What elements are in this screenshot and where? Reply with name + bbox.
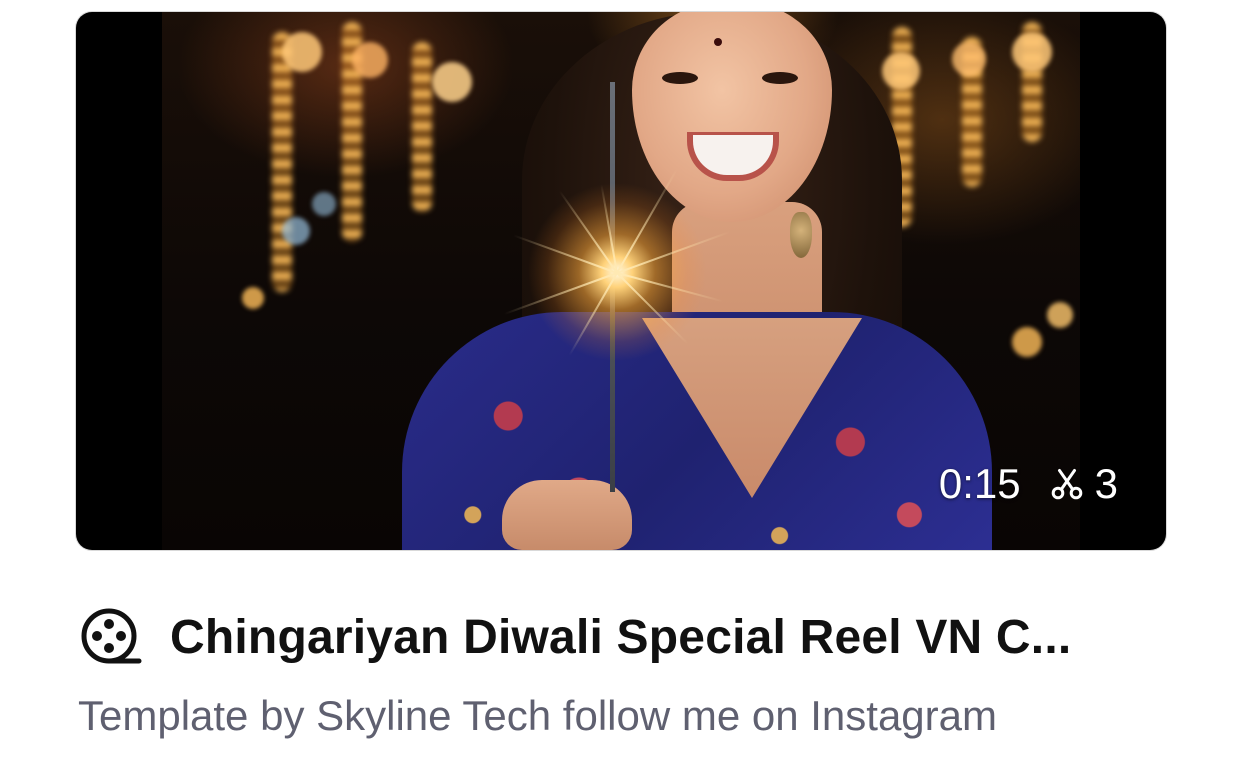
duration-label: 0:15 xyxy=(938,460,1021,507)
clip-count-label: 3 xyxy=(1094,460,1118,507)
clip-count: 3 xyxy=(1049,460,1118,508)
template-title-row[interactable]: Chingariyan Diwali Special Reel VN C... xyxy=(78,605,1178,669)
template-author: Template by Skyline Tech follow me on In… xyxy=(78,692,997,739)
template-title: Chingariyan Diwali Special Reel VN C... xyxy=(170,610,1072,664)
thumbnail-meta: 0:15 3 xyxy=(939,460,1118,508)
scissors-icon xyxy=(1051,469,1082,500)
template-thumbnail[interactable]: 0:15 3 xyxy=(76,12,1166,550)
film-reel-icon xyxy=(81,608,142,664)
